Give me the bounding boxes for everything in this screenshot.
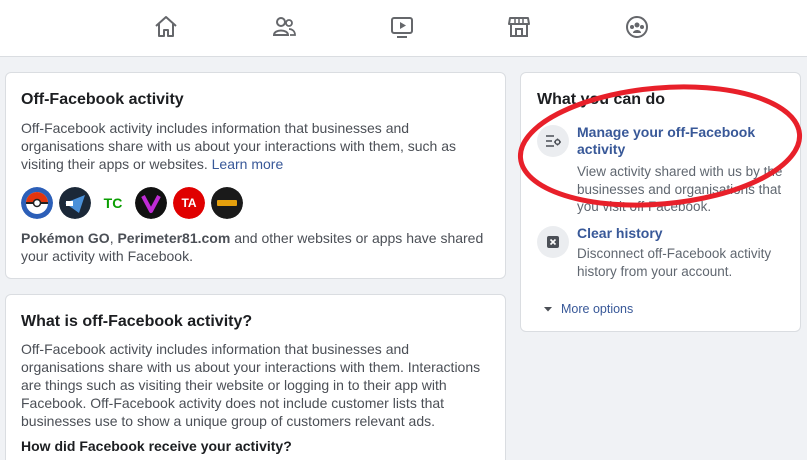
v-app-logo[interactable] — [135, 187, 167, 219]
pokemon-go-logo[interactable] — [21, 187, 53, 219]
home-icon[interactable] — [149, 10, 183, 44]
what-you-can-do-card: What you can do Manage your off-Facebook… — [520, 72, 801, 332]
shared-activity-text: Pokémon GO, Perimeter81.com and other we… — [21, 230, 484, 264]
top-navigation-bar — [0, 0, 807, 57]
svg-text:TA: TA — [181, 196, 196, 210]
card-description: Off-Facebook activity includes informati… — [21, 120, 457, 172]
app-logo-list: TC TA — [21, 187, 243, 219]
hackerloop-logo[interactable] — [211, 187, 243, 219]
techcrunch-logo[interactable]: TC — [97, 187, 129, 219]
card-title: Off-Facebook activity — [21, 91, 184, 108]
manage-activity-description: View activity shared with us by the busi… — [577, 164, 783, 214]
more-options-label: More options — [561, 302, 634, 316]
more-options-button[interactable]: More options — [543, 302, 633, 316]
perimeter81-logo[interactable] — [59, 187, 91, 219]
caret-down-icon — [544, 307, 552, 312]
clear-icon[interactable] — [537, 226, 569, 258]
manage-activity-link[interactable]: Manage your off-Facebook activity — [577, 124, 755, 158]
side-title: What you can do — [537, 91, 665, 108]
what-is-title: What is off-Facebook activity? — [21, 313, 253, 330]
how-received-heading: How did Facebook receive your activity? — [21, 438, 292, 454]
watch-icon[interactable] — [385, 10, 419, 44]
friends-icon[interactable] — [267, 10, 301, 44]
app-name-perimeter81[interactable]: Perimeter81.com — [117, 230, 230, 246]
svg-text:TC: TC — [104, 195, 123, 211]
manage-settings-icon[interactable] — [537, 125, 569, 157]
learn-more-link[interactable]: Learn more — [212, 156, 284, 172]
clear-history-description: Disconnect off-Facebook activity history… — [577, 246, 772, 279]
what-is-card: What is off-Facebook activity? Off-Faceb… — [5, 294, 506, 460]
clear-history-link[interactable]: Clear history — [577, 225, 663, 242]
app-name-pokemon[interactable]: Pokémon GO — [21, 230, 110, 246]
marketplace-icon[interactable] — [502, 10, 536, 44]
groups-icon[interactable] — [620, 10, 654, 44]
what-is-description: Off-Facebook activity includes informati… — [21, 341, 481, 429]
ta-deals-logo[interactable]: TA — [173, 187, 205, 219]
off-facebook-activity-card: Off-Facebook activity Off-Facebook activ… — [5, 72, 506, 279]
